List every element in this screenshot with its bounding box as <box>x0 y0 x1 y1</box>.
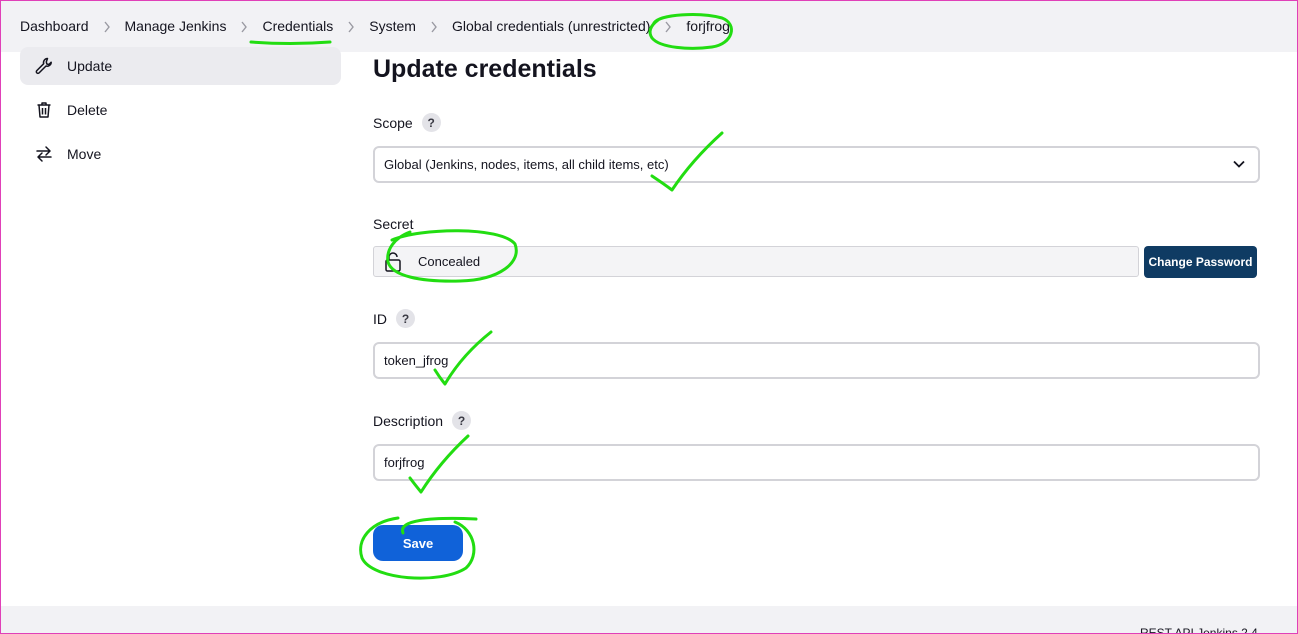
sidebar-item-update[interactable]: Update <box>20 47 341 85</box>
change-password-button[interactable]: Change Password <box>1144 246 1257 278</box>
chevron-right-icon <box>416 19 452 34</box>
lock-icon <box>384 251 404 273</box>
id-field-value: token_jfrog <box>384 353 449 368</box>
breadcrumb-dashboard[interactable]: Dashboard <box>20 18 89 34</box>
secret-value: Concealed <box>418 254 481 269</box>
save-button[interactable]: Save <box>373 525 463 561</box>
arrows-swap-icon <box>34 144 54 164</box>
help-icon[interactable]: ? <box>452 411 472 430</box>
id-field[interactable]: token_jfrog <box>373 342 1260 379</box>
breadcrumb-current-credential[interactable]: forjfrog <box>686 18 730 34</box>
chevron-right-icon <box>650 19 686 34</box>
secret-label-text: Secret <box>373 216 414 232</box>
scope-select[interactable]: Global (Jenkins, nodes, items, all child… <box>373 146 1260 183</box>
chevron-right-icon <box>226 19 262 34</box>
sidebar-item-delete[interactable]: Delete <box>20 91 341 129</box>
wrench-icon <box>34 56 54 76</box>
trash-icon <box>34 100 54 120</box>
description-label-text: Description <box>373 412 444 429</box>
breadcrumb-credentials[interactable]: Credentials <box>262 18 333 34</box>
id-label: ID ? <box>373 309 415 328</box>
description-field[interactable]: forjfrog <box>373 444 1260 481</box>
help-icon[interactable]: ? <box>421 113 441 132</box>
breadcrumb-global-credentials[interactable]: Global credentials (unrestricted) <box>452 18 650 34</box>
footer: REST API Jenkins 2.4 <box>0 606 1298 634</box>
secret-label: Secret <box>373 216 413 232</box>
sidebar-item-label: Delete <box>67 102 108 118</box>
sidebar-item-label: Move <box>67 146 102 162</box>
secret-field: Concealed <box>373 246 1139 277</box>
breadcrumb-system[interactable]: System <box>369 18 416 34</box>
chevron-down-icon <box>1232 157 1246 174</box>
description-label: Description ? <box>373 411 472 430</box>
sidebar-item-move[interactable]: Move <box>20 135 341 173</box>
breadcrumb: Dashboard Manage Jenkins Credentials Sys… <box>0 0 1298 52</box>
breadcrumb-manage-jenkins[interactable]: Manage Jenkins <box>125 18 227 34</box>
page-title: Update credentials <box>373 55 597 83</box>
chevron-right-icon <box>333 19 369 34</box>
id-label-text: ID <box>373 310 387 327</box>
sidebar-item-label: Update <box>67 58 113 74</box>
scope-label: Scope ? <box>373 113 441 132</box>
help-icon[interactable]: ? <box>396 309 415 328</box>
description-field-value: forjfrog <box>384 455 425 470</box>
scope-select-value: Global (Jenkins, nodes, items, all child… <box>384 157 669 172</box>
scope-label-text: Scope <box>373 114 413 131</box>
chevron-right-icon <box>89 19 125 34</box>
footer-text: REST API Jenkins 2.4 <box>1140 626 1258 634</box>
